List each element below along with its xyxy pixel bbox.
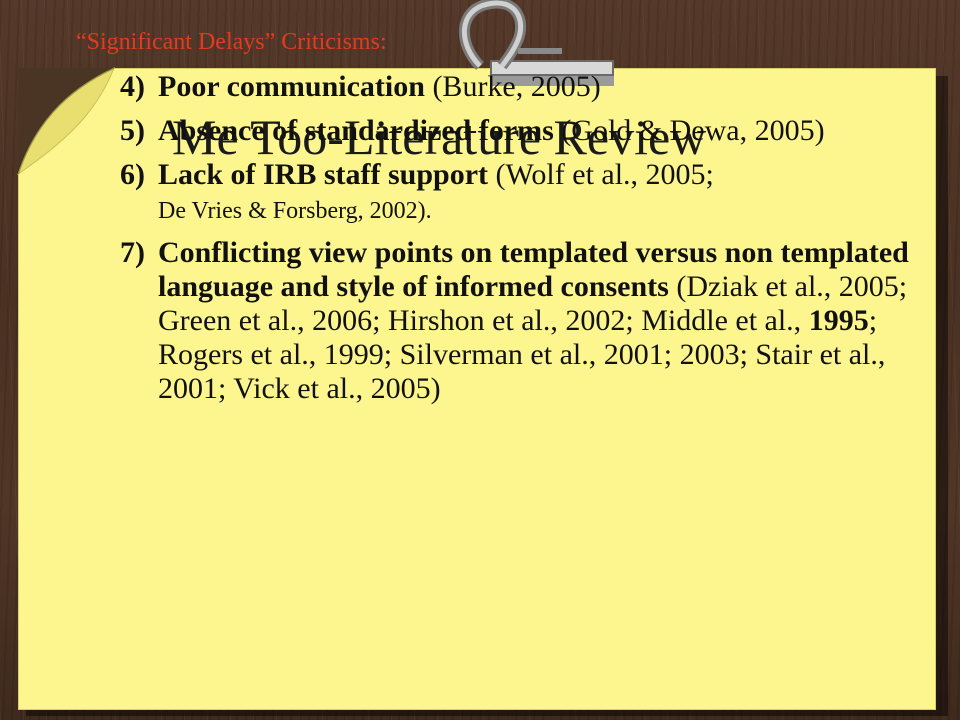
item-number: 6) (120, 158, 145, 191)
item-heading: Absence of standardized forms (158, 114, 554, 147)
list-item: 7) Conflicting view points on templated … (120, 236, 910, 406)
item-citation: (Gold & Dewa, 2005) (553, 114, 825, 147)
item-citation-continued: De Vries & Forsberg, 2002). (158, 198, 432, 224)
item-number: 5) (120, 114, 145, 147)
item-heading: Lack of IRB staff support (158, 158, 489, 191)
item-citation-year: 1995 (808, 304, 869, 337)
item-heading: Poor communication (158, 70, 425, 103)
item-citation: (Wolf et al., 2005; (488, 158, 714, 191)
item-number: 4) (120, 70, 145, 103)
list-item: 5) Absence of standardized forms (Gold &… (120, 114, 910, 148)
item-citation: (Burke, 2005) (424, 70, 601, 103)
list-item: 4) Poor communication (Burke, 2005) (120, 70, 910, 104)
slide-subtitle: “Significant Delays” Criticisms: (76, 29, 387, 55)
criticism-list: 4) Poor communication (Burke, 2005) 5) A… (120, 70, 910, 416)
item-number: 7) (120, 236, 145, 269)
list-item: 6) Lack of IRB staff support (Wolf et al… (120, 158, 910, 226)
